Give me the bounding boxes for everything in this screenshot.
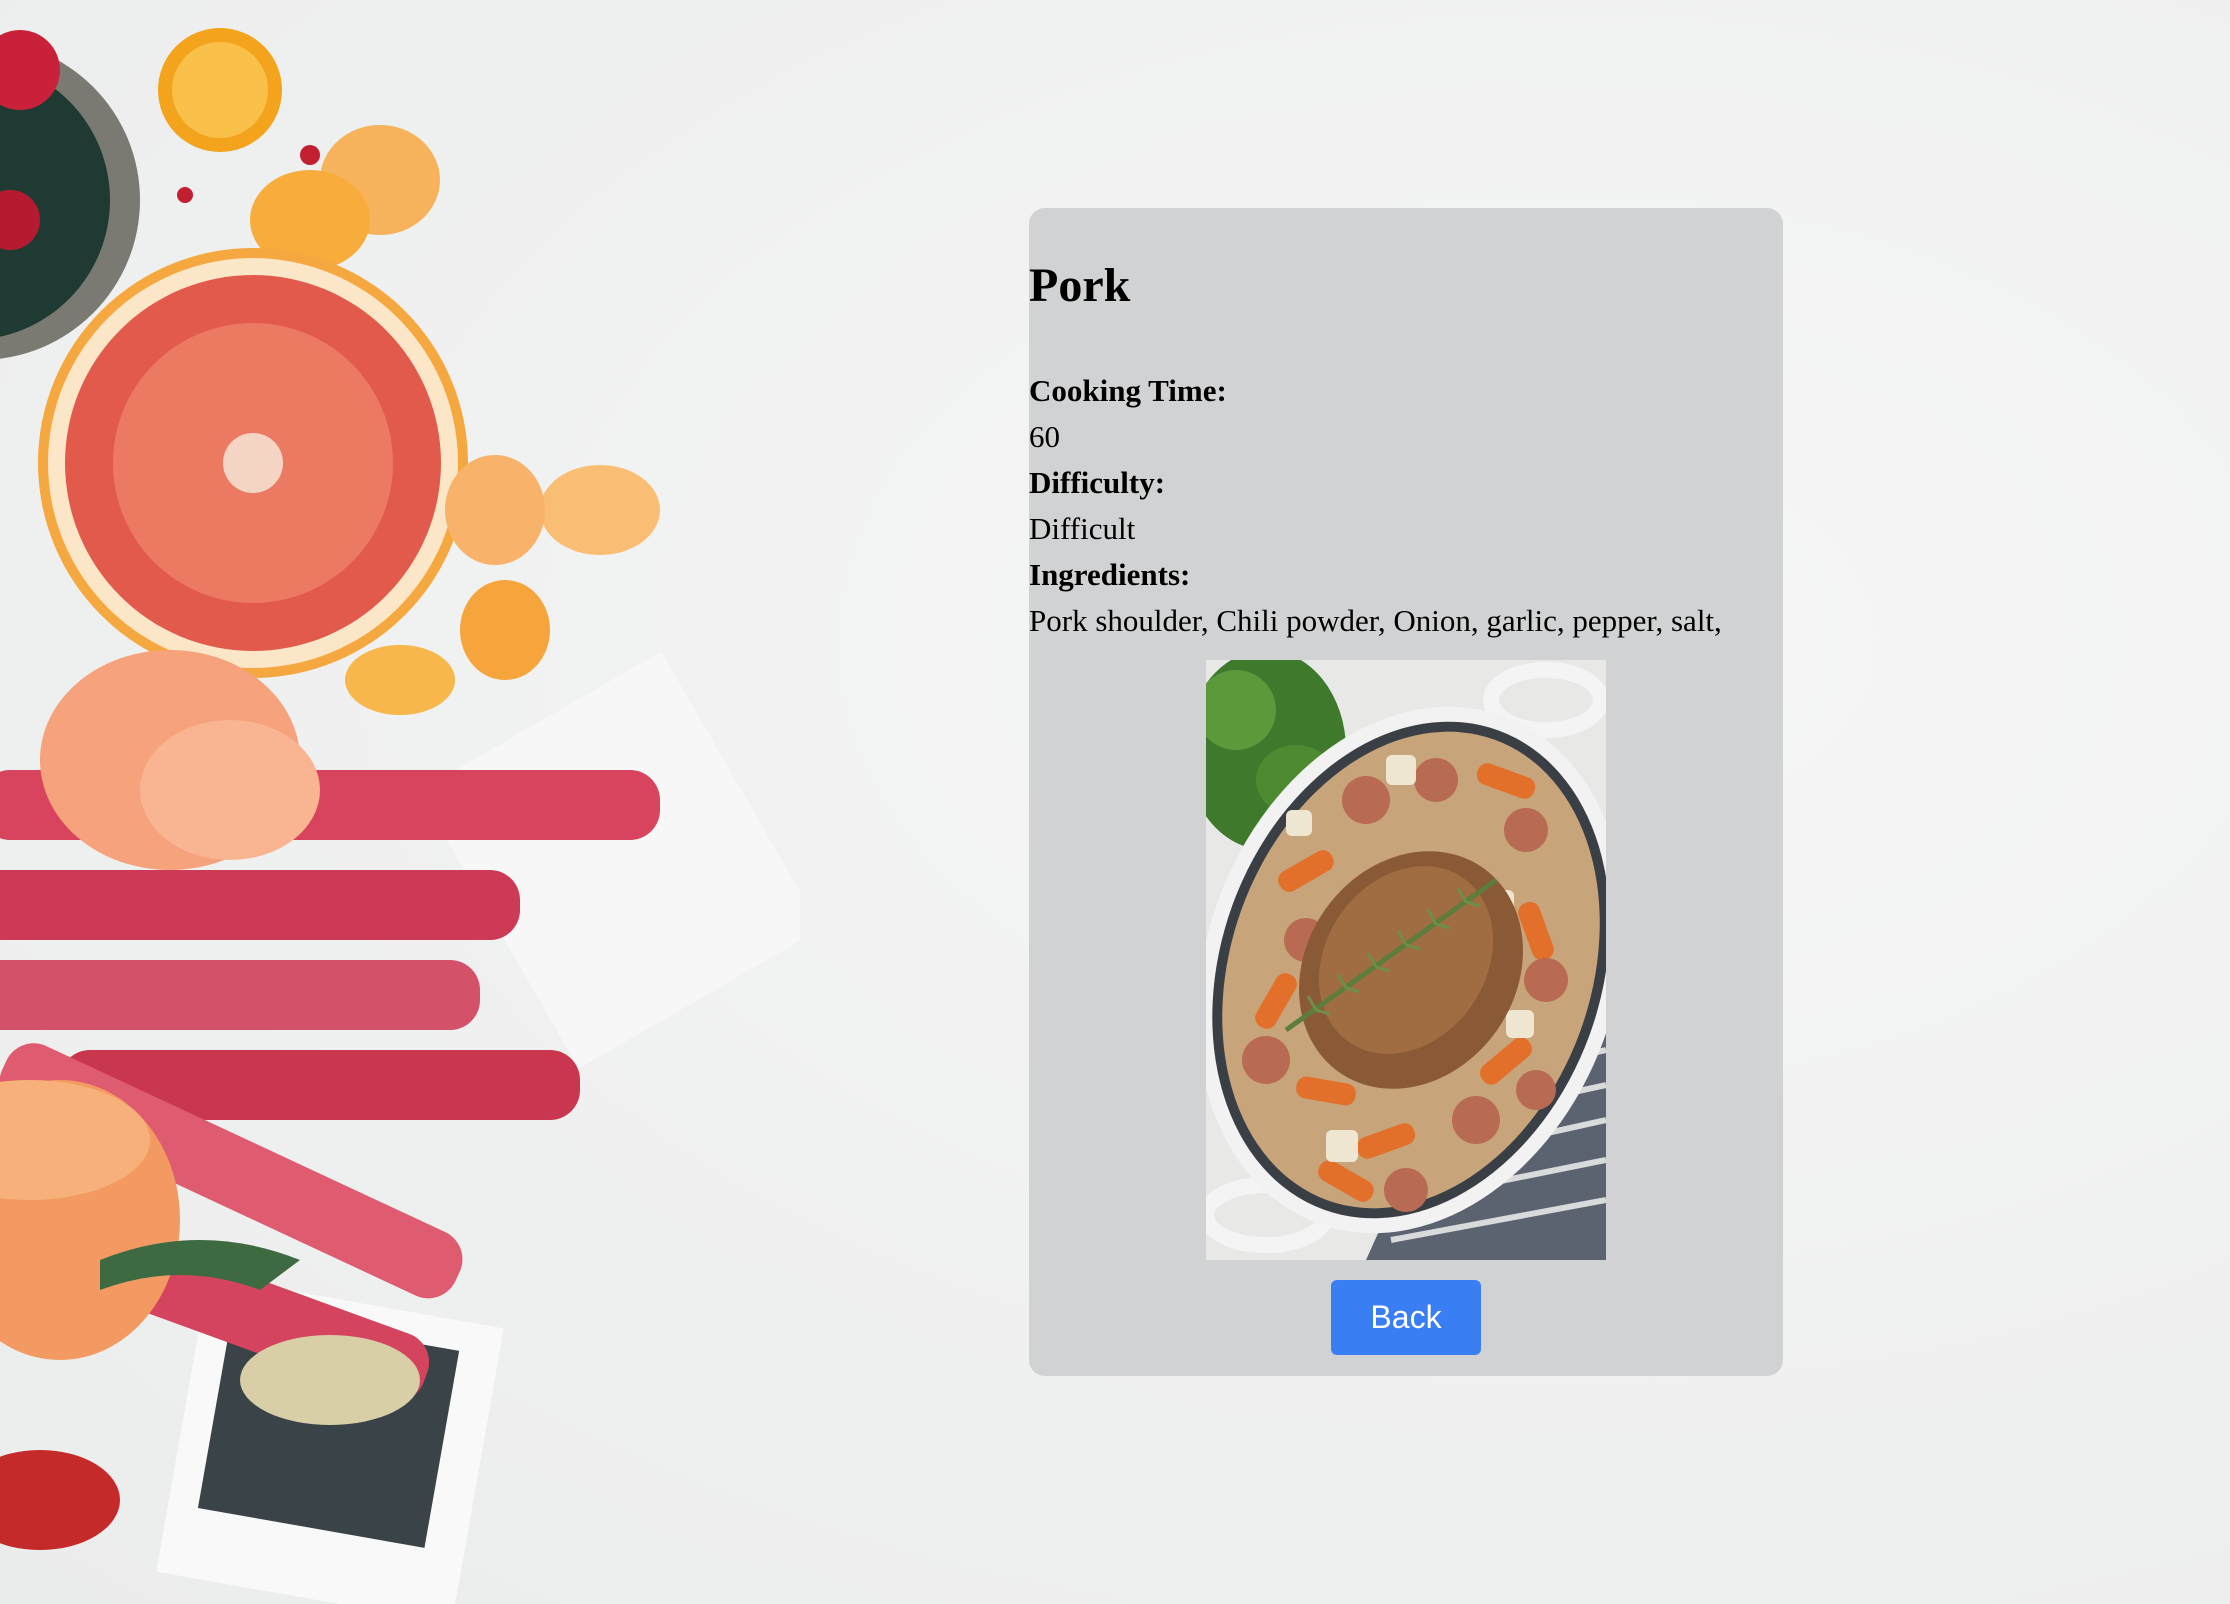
recipe-photo [1206,660,1606,1260]
ingredients-label: Ingredients: [1029,557,1191,592]
recipe-title: Pork [1029,259,1131,312]
ingredients-value: Pork shoulder, Chili powder, Onion, garl… [1029,603,1722,638]
cooking-time-value: 60 [1029,419,1060,454]
background-food-photo [0,28,800,1604]
back-button[interactable]: Back [1331,1280,1481,1355]
difficulty-label: Difficulty: [1029,465,1166,500]
cooking-time-label: Cooking Time: [1029,373,1227,408]
difficulty-value: Difficult [1029,511,1136,546]
